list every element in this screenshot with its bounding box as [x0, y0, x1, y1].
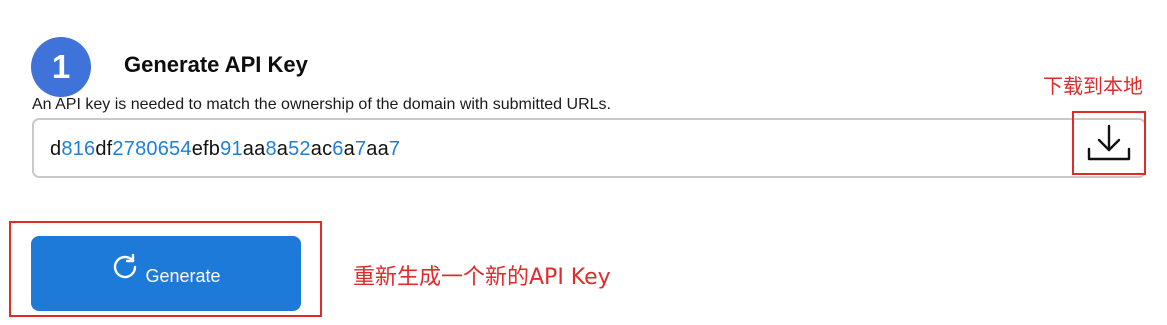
- generate-button-label: Generate: [145, 266, 221, 286]
- download-annotation: 下载到本地: [1043, 74, 1143, 98]
- api-key-value[interactable]: d816df2780654efb91aa8a52ac6a7aa7: [50, 138, 400, 161]
- step-title: Generate API Key: [124, 52, 308, 77]
- download-icon: [1087, 124, 1131, 161]
- step-number-badge: 1: [31, 37, 91, 97]
- step-number: 1: [51, 48, 71, 85]
- generate-button[interactable]: Generate: [31, 236, 301, 311]
- step-description: An API key is needed to match the owners…: [32, 96, 611, 113]
- download-button[interactable]: [1072, 111, 1146, 175]
- refresh-icon: [111, 253, 139, 286]
- api-key-field[interactable]: d816df2780654efb91aa8a52ac6a7aa7: [32, 118, 1146, 178]
- generate-annotation: 重新生成一个新的API Key: [353, 265, 611, 290]
